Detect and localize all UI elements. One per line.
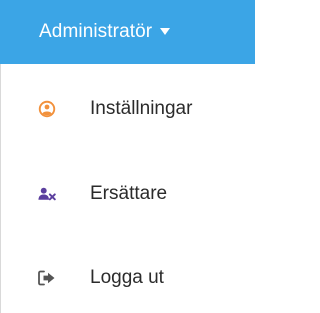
menu-item-substitute[interactable]: Ersättare xyxy=(1,174,255,214)
menu-item-logout[interactable]: Logga ut xyxy=(1,258,255,298)
menu-item-label: Logga ut xyxy=(90,267,164,288)
user-menu-label: Administratör xyxy=(39,21,153,42)
caret-down-icon xyxy=(160,27,171,35)
menu-item-settings[interactable]: Inställningar xyxy=(1,89,255,129)
menu-item-label: Ersättare xyxy=(90,183,168,204)
menu-item-label: Inställningar xyxy=(90,98,193,119)
sign-out-icon xyxy=(38,269,56,287)
user-menu-toggle[interactable]: Administratör xyxy=(0,0,255,64)
dropdown-menu: Inställningar Ersättare Logga ut xyxy=(0,64,255,313)
user-dropdown: Administratör Inställningar Ersättare Lo… xyxy=(0,0,255,313)
user-circle-icon xyxy=(38,100,56,118)
user-remove-icon xyxy=(38,185,56,203)
